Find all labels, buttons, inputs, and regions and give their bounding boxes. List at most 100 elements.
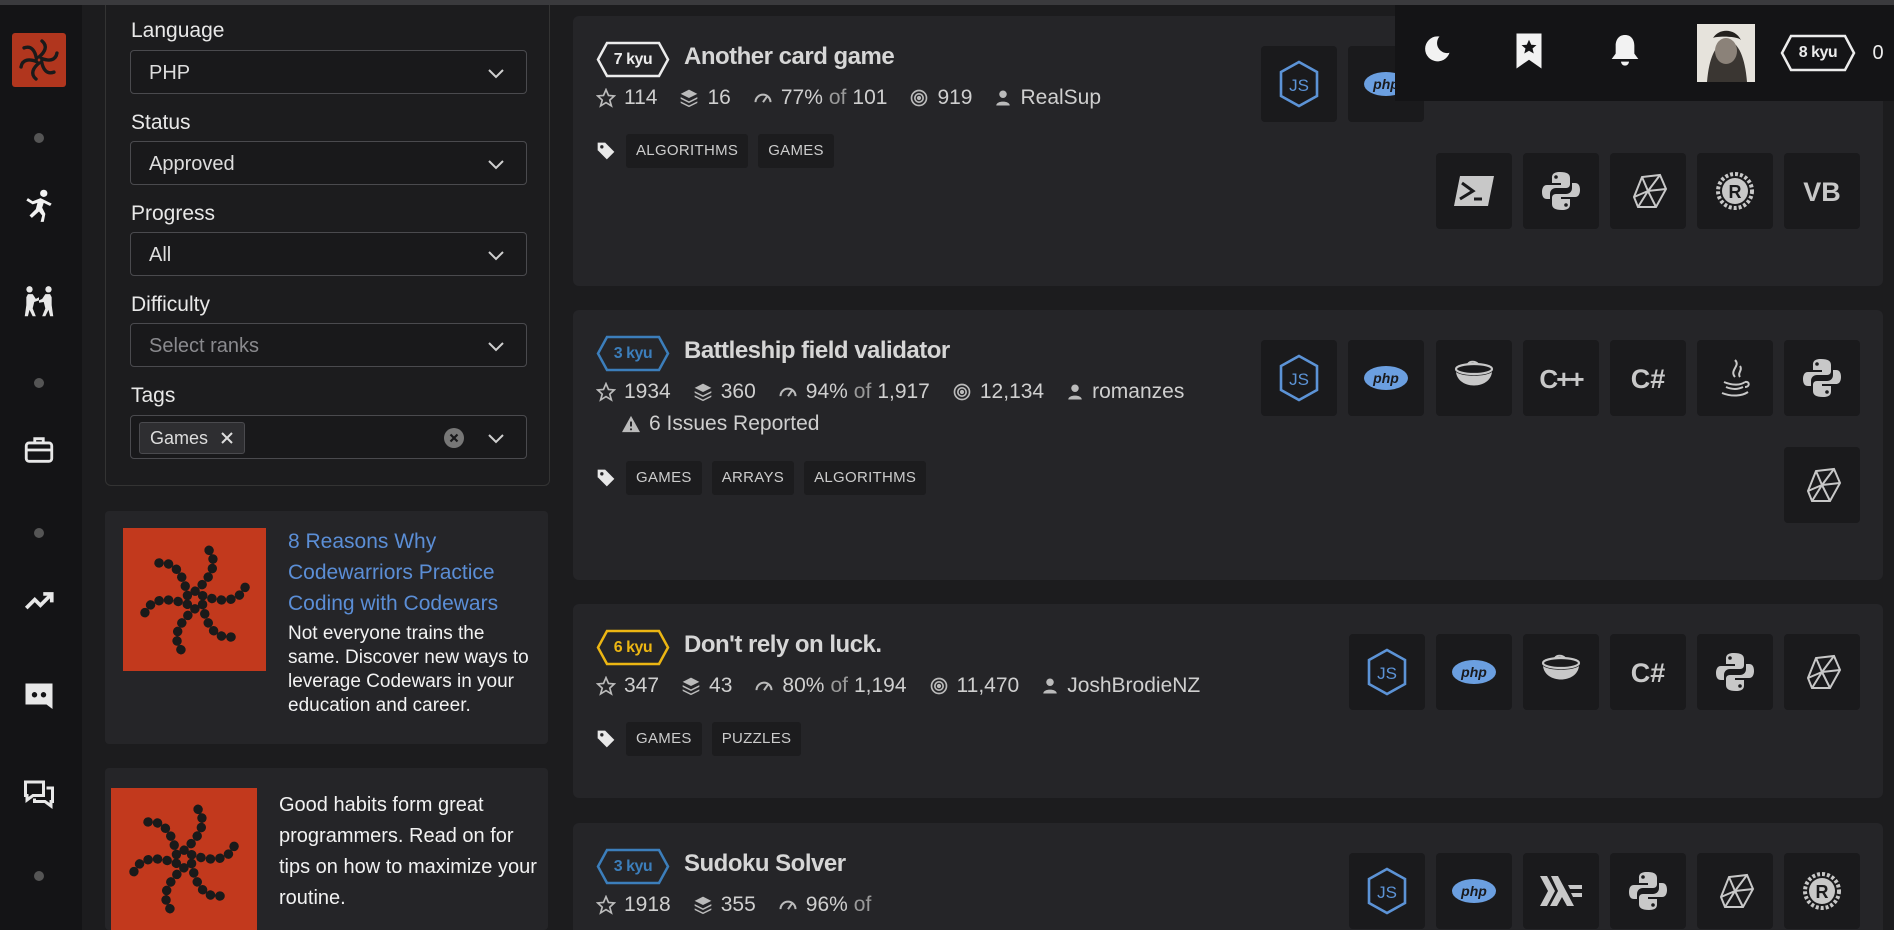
powershell-icon[interactable] xyxy=(1436,153,1512,229)
clear-all-icon[interactable] xyxy=(444,428,464,448)
kata-title-link[interactable]: Battleship field validator xyxy=(684,337,950,365)
filters-panel: Language PHP Status Approved Progress Al… xyxy=(105,5,550,486)
coffeescript-icon[interactable] xyxy=(1523,634,1599,710)
codewars-logo-icon xyxy=(111,788,257,930)
javascript-icon[interactable]: JS xyxy=(1349,853,1425,929)
left-nav-rail xyxy=(0,5,82,930)
language-select[interactable]: PHP xyxy=(130,50,527,94)
status-select[interactable]: Approved xyxy=(130,141,527,185)
progress-select[interactable]: All xyxy=(130,232,527,276)
svg-text:R: R xyxy=(1729,182,1742,202)
kyu-rank-text: 3 kyu xyxy=(613,345,653,362)
kyu-rank-text: 7 kyu xyxy=(613,51,653,68)
author-stat[interactable]: romanzes xyxy=(1066,380,1184,404)
svg-text:R: R xyxy=(1816,882,1829,902)
ruby-icon[interactable] xyxy=(1784,447,1860,523)
java-icon[interactable] xyxy=(1697,340,1773,416)
author-name[interactable]: RealSup xyxy=(1020,86,1101,110)
kata-card[interactable]: 3 kyu Sudoku Solver 1918 355 96% of JS ph… xyxy=(573,823,1883,930)
cpp-icon[interactable]: C++ xyxy=(1523,340,1599,416)
dark-mode-moon-icon[interactable] xyxy=(1417,29,1457,69)
author-stat[interactable]: JoshBrodieNZ xyxy=(1041,674,1200,698)
author-name[interactable]: romanzes xyxy=(1092,380,1184,404)
user-avatar[interactable] xyxy=(1697,24,1755,82)
tag-pill[interactable]: GAMES xyxy=(758,134,834,168)
stars-count: 1918 xyxy=(624,893,671,916)
completed-stat: 12,134 xyxy=(952,380,1044,404)
javascript-icon[interactable]: JS xyxy=(1349,634,1425,710)
stars-stat: 347 xyxy=(596,674,659,698)
difficulty-select[interactable]: Select ranks xyxy=(130,323,527,367)
satisfaction-percent: 80% xyxy=(782,674,825,697)
author-name[interactable]: JoshBrodieNZ xyxy=(1067,674,1200,698)
discord-icon[interactable] xyxy=(18,676,60,718)
python-icon[interactable] xyxy=(1784,340,1860,416)
target-icon xyxy=(953,383,971,401)
sparring-icon[interactable] xyxy=(18,281,60,323)
user-rank-badge[interactable]: 8 kyu xyxy=(1780,34,1856,72)
python-icon[interactable] xyxy=(1523,153,1599,229)
completed-count: 919 xyxy=(937,86,973,109)
star-icon xyxy=(596,676,616,696)
discussions-icon[interactable] xyxy=(18,773,60,815)
user-icon xyxy=(1043,678,1057,694)
trending-up-icon[interactable] xyxy=(18,580,60,622)
issues-reported[interactable]: 6 Issues Reported xyxy=(621,412,819,436)
satisfaction-stat: 77% of 101 xyxy=(753,86,887,110)
python-icon[interactable] xyxy=(1697,634,1773,710)
of-text: of xyxy=(853,893,872,916)
kata-stats: 1934 360 94% of 1,917 12,134 romanzes xyxy=(596,380,1206,404)
bookmark-icon[interactable] xyxy=(1509,29,1549,73)
php-icon[interactable]: php xyxy=(1436,634,1512,710)
svg-text:php: php xyxy=(1372,370,1399,386)
promo-title-link[interactable]: 8 Reasons Why Codewarriors Practice Codi… xyxy=(288,526,518,619)
training-icon[interactable] xyxy=(18,185,60,227)
progress-label: Progress xyxy=(131,202,216,225)
rust-icon[interactable]: R xyxy=(1697,153,1773,229)
kata-title-link[interactable]: Sudoku Solver xyxy=(684,850,846,878)
tag-pill[interactable]: ARRAYS xyxy=(711,461,795,495)
ruby-icon[interactable] xyxy=(1610,153,1686,229)
csharp-icon[interactable]: C# xyxy=(1610,340,1686,416)
author-stat[interactable]: RealSup xyxy=(994,86,1101,110)
coffeescript-icon[interactable] xyxy=(1436,340,1512,416)
javascript-icon[interactable]: JS xyxy=(1261,46,1337,122)
ruby-icon[interactable] xyxy=(1697,853,1773,929)
remove-tag-icon[interactable] xyxy=(220,431,234,445)
chevron-down-icon xyxy=(488,342,504,352)
kyu-rank-badge: 6 kyu xyxy=(596,629,670,666)
kata-title-link[interactable]: Another card game xyxy=(684,43,895,71)
tag-pill[interactable]: GAMES xyxy=(626,722,702,756)
kata-title-link[interactable]: Don't rely on luck. xyxy=(684,631,882,659)
tag-pill[interactable]: ALGORITHMS xyxy=(804,461,927,495)
csharp-icon[interactable]: C# xyxy=(1610,634,1686,710)
chevron-down-icon xyxy=(488,160,504,170)
codewars-logo-icon[interactable] xyxy=(12,33,66,87)
tag-pill[interactable]: ALGORITHMS xyxy=(626,134,749,168)
vb-icon[interactable]: VB xyxy=(1784,153,1860,229)
gauge-icon xyxy=(779,387,797,397)
javascript-icon[interactable]: JS xyxy=(1261,340,1337,416)
tags-select[interactable]: Games xyxy=(130,415,527,459)
kata-tags: GAMES PUZZLES xyxy=(596,722,802,756)
gauge-icon xyxy=(754,93,772,103)
difficulty-label: Difficulty xyxy=(131,293,210,316)
briefcase-icon[interactable] xyxy=(18,429,60,471)
collections-count: 360 xyxy=(720,380,756,403)
ruby-icon[interactable] xyxy=(1784,634,1860,710)
tag-pill[interactable]: PUZZLES xyxy=(711,722,802,756)
notifications-bell-icon[interactable] xyxy=(1605,29,1645,73)
php-icon[interactable]: php xyxy=(1348,340,1424,416)
collections-stat: 355 xyxy=(693,893,756,917)
python-icon[interactable] xyxy=(1610,853,1686,929)
promo-card[interactable]: Good habits form great programmers. Read… xyxy=(105,768,548,930)
kata-card[interactable]: 6 kyu Don't rely on luck. 347 43 80% of 1,… xyxy=(573,604,1883,798)
collections-count: 16 xyxy=(707,86,731,109)
php-icon[interactable]: php xyxy=(1436,853,1512,929)
tag-pill[interactable]: GAMES xyxy=(626,461,702,495)
haskell-icon[interactable] xyxy=(1523,853,1599,929)
kata-card[interactable]: 3 kyu Battleship field validator 1934 36… xyxy=(573,310,1883,580)
promo-card[interactable]: 8 Reasons Why Codewarriors Practice Codi… xyxy=(105,511,548,744)
star-icon xyxy=(596,382,616,402)
rust-icon[interactable]: R xyxy=(1784,853,1860,929)
